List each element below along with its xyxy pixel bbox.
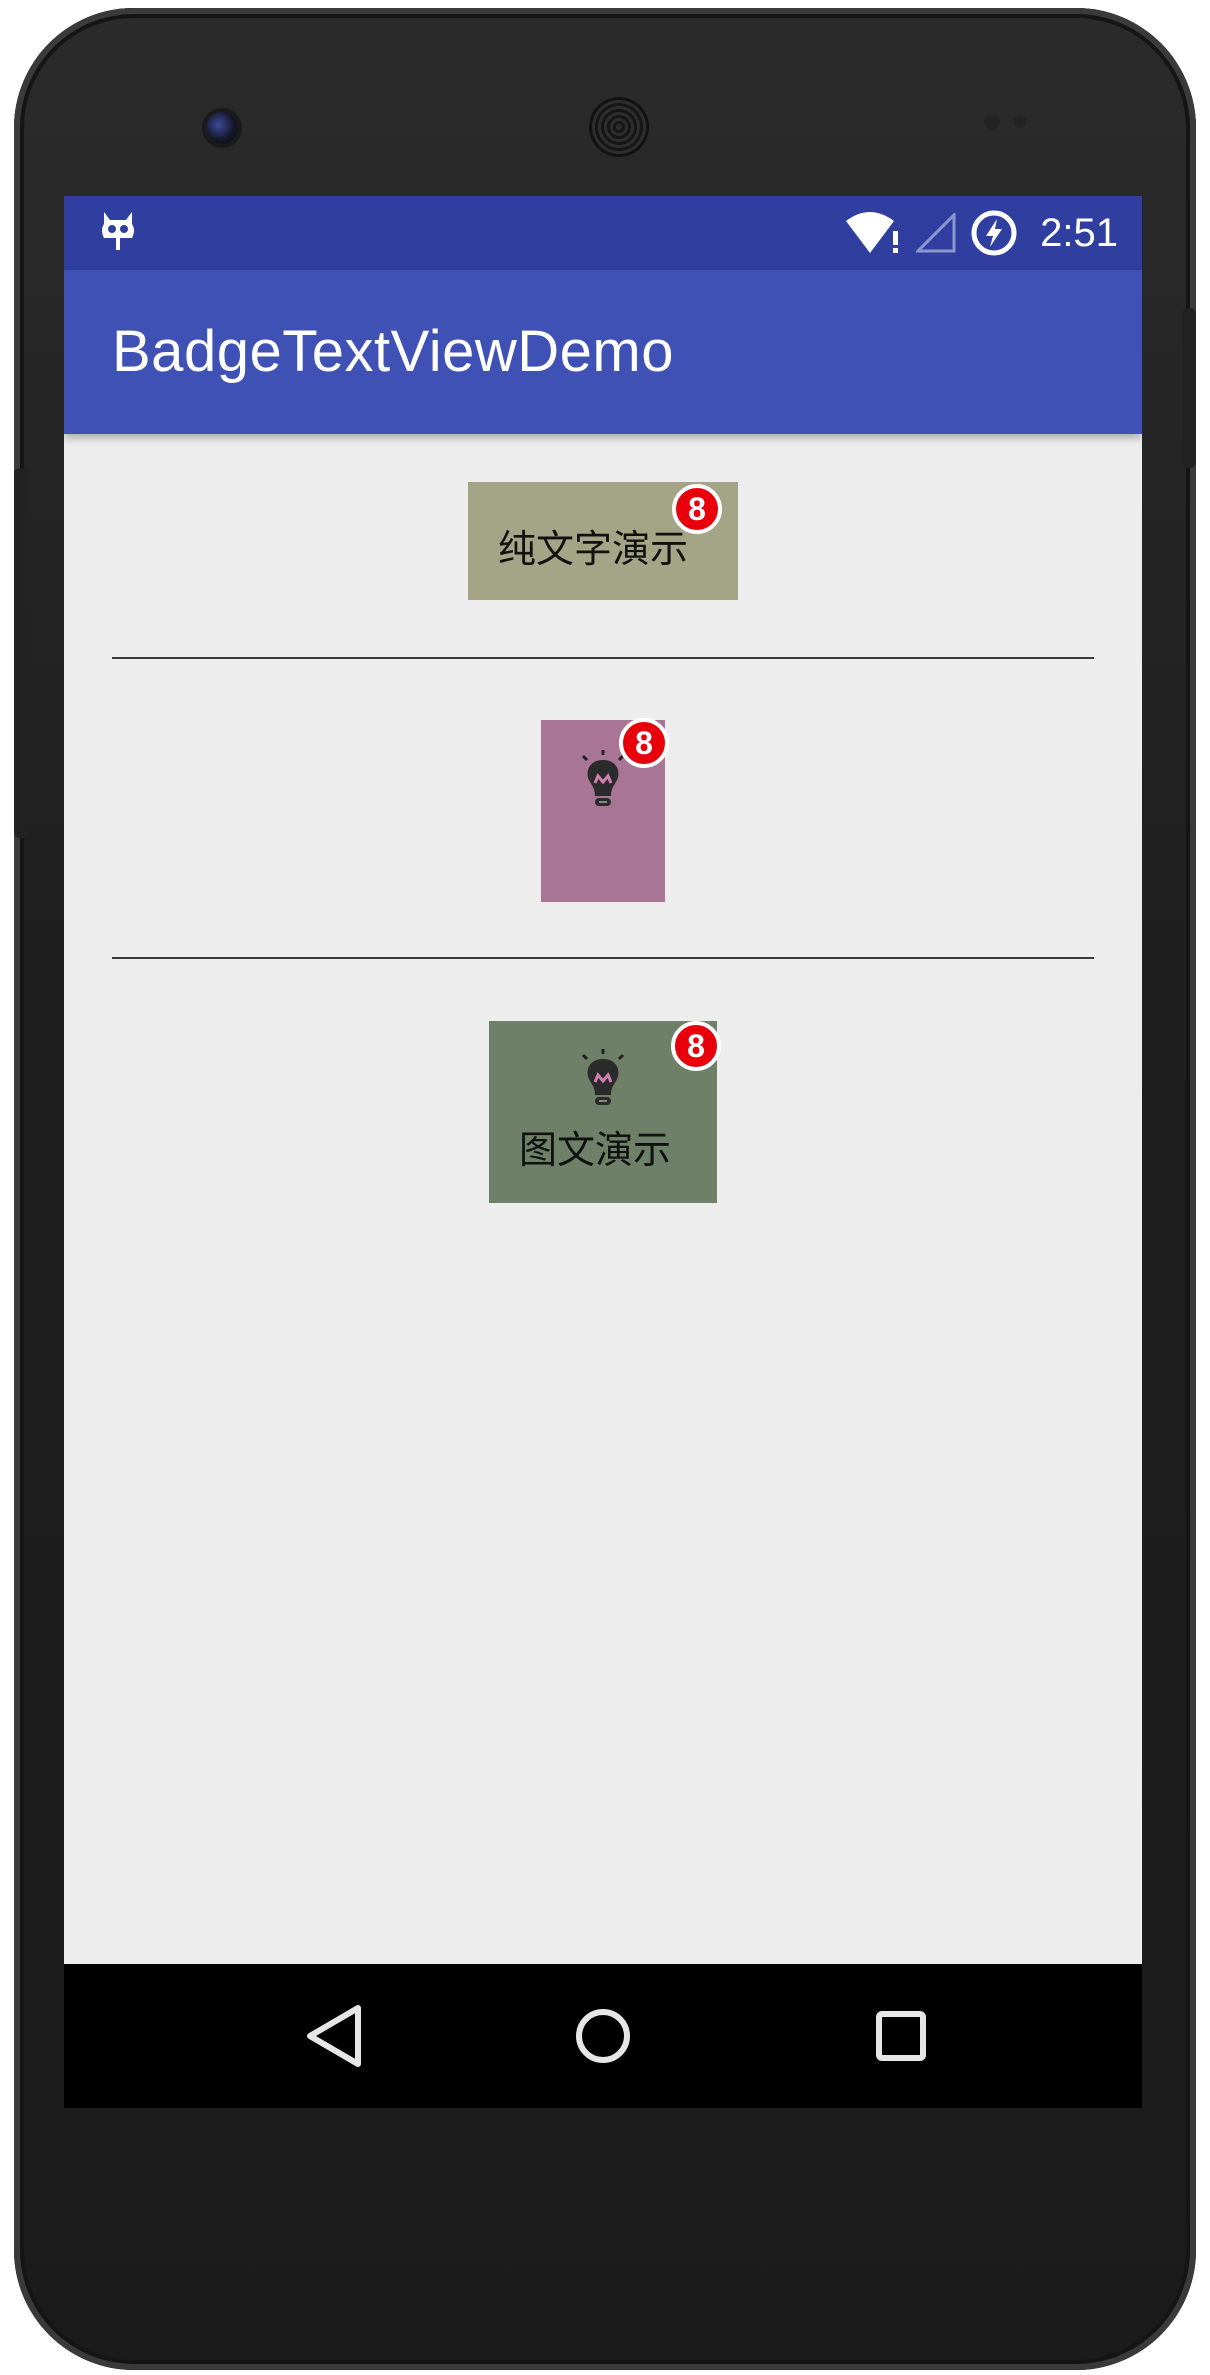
cell-signal-icon [916,213,956,253]
badge-count: 8 [672,484,722,534]
cyanogen-mascot-icon [102,212,134,250]
badge-count: 8 [619,718,669,768]
navigation-bar [64,1964,1142,2108]
text-demo-label: 纯文字演示 [498,527,689,571]
content-area: 纯文字演示 8 8 图文演示 8 [64,434,1142,1964]
text-badge-demo[interactable]: 纯文字演示 8 [468,482,738,600]
lightbulb-icon [581,1049,625,1105]
status-bar: 2:51 [64,196,1142,270]
wifi-icon [846,212,899,253]
image-text-badge-demo[interactable]: 图文演示 8 [489,1021,721,1203]
divider [112,657,1094,659]
volume-button [14,468,28,838]
battery-charging-icon [971,210,1017,256]
app-bar: BadgeTextViewDemo [64,270,1142,434]
image-badge-demo[interactable]: 8 [541,718,669,902]
status-time: 2:51 [1040,210,1118,255]
badge-count: 8 [671,1021,721,1071]
phone-screen: 2:51 BadgeTextViewDemo 纯文字演示 8 8 图文演示 8 [64,196,1142,2108]
app-title: BadgeTextViewDemo [112,319,674,384]
home-button[interactable] [565,1998,641,2074]
back-button[interactable] [298,1998,374,2074]
lightbulb-icon [581,750,625,806]
front-camera [206,112,238,144]
earpiece-speaker [592,100,646,154]
power-button [1182,308,1196,468]
proximity-sensors [984,114,1044,132]
divider [112,957,1094,959]
image-text-demo-label: 图文演示 [519,1128,672,1172]
recents-button[interactable] [863,1998,939,2074]
